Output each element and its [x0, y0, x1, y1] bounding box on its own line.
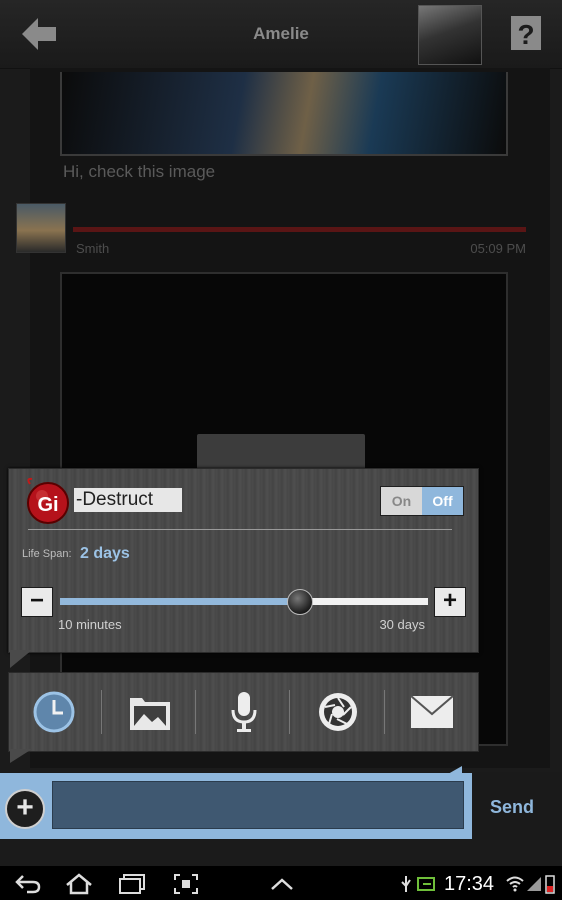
nav-home-button[interactable]: [64, 872, 94, 896]
panel-pointer: [10, 650, 32, 668]
usb-icon: [398, 872, 414, 896]
lifespan-value: 2 days: [80, 545, 130, 562]
svg-text:?: ?: [517, 19, 534, 50]
add-attachment-button[interactable]: +: [5, 789, 45, 829]
camera-button[interactable]: [310, 684, 366, 740]
attachment-separator: [101, 690, 102, 734]
send-button[interactable]: Send: [490, 797, 534, 818]
wifi-icon: [506, 872, 524, 896]
nav-menu-up-button[interactable]: [268, 872, 296, 896]
nav-recents-icon: [119, 874, 145, 894]
contact-avatar[interactable]: [418, 5, 482, 65]
bomb-icon: Gi: [22, 476, 74, 524]
signal-icon: [526, 872, 542, 896]
gallery-button[interactable]: [122, 684, 178, 740]
attachment-separator: [195, 690, 196, 734]
sender-name: Smith: [76, 241, 110, 256]
attachment-separator: [289, 690, 290, 734]
nav-home-icon: [66, 873, 92, 895]
status-clock: 17:34: [444, 873, 495, 895]
toggle-off-option[interactable]: Off: [422, 487, 463, 515]
message-timestamp: 05:09 PM: [470, 241, 526, 256]
screenshot-button[interactable]: [172, 872, 200, 896]
nav-back-icon: [15, 875, 41, 894]
gallery-icon: [130, 698, 170, 730]
sender-avatar[interactable]: [16, 203, 66, 253]
attachment-pointer: [10, 749, 32, 763]
nav-recents-button[interactable]: [118, 872, 146, 896]
microphone-icon: [231, 692, 257, 732]
attachment-separator: [384, 690, 385, 734]
message-divider: [73, 227, 526, 232]
timer-icon: [33, 691, 75, 733]
panel-divider: [28, 529, 452, 530]
message-input[interactable]: [52, 781, 464, 829]
battery-icon: [544, 872, 556, 896]
timer-button[interactable]: [26, 684, 82, 740]
toggle-on-option[interactable]: On: [381, 487, 422, 515]
decrease-button[interactable]: −: [21, 587, 53, 617]
lifespan-label: Life Span:: [22, 548, 72, 560]
gi-badge-text: Gi: [37, 494, 58, 516]
mail-icon: [410, 695, 454, 728]
image-message[interactable]: [60, 72, 508, 156]
increase-button[interactable]: +: [434, 587, 466, 617]
slider-min-label: 10 minutes: [58, 617, 122, 632]
help-icon: ?: [511, 16, 541, 50]
lifespan-slider-thumb[interactable]: [287, 589, 314, 615]
camera-shutter-icon: [319, 693, 357, 731]
microphone-button[interactable]: [216, 684, 272, 740]
battery-charging-status-icon: [416, 872, 438, 896]
help-button[interactable]: ?: [509, 14, 543, 52]
lifespan-slider-fill: [60, 598, 300, 605]
chevron-up-icon: [271, 878, 293, 890]
slider-max-label: 30 days: [379, 617, 425, 632]
composer-pointer: [448, 766, 462, 774]
mail-button[interactable]: [404, 684, 460, 740]
destruct-label: -Destruct: [74, 488, 182, 512]
screenshot-icon: [174, 874, 198, 894]
destruct-toggle[interactable]: On Off: [380, 486, 464, 516]
message-text: Hi, check this image: [63, 162, 216, 181]
nav-back-button[interactable]: [14, 872, 42, 896]
